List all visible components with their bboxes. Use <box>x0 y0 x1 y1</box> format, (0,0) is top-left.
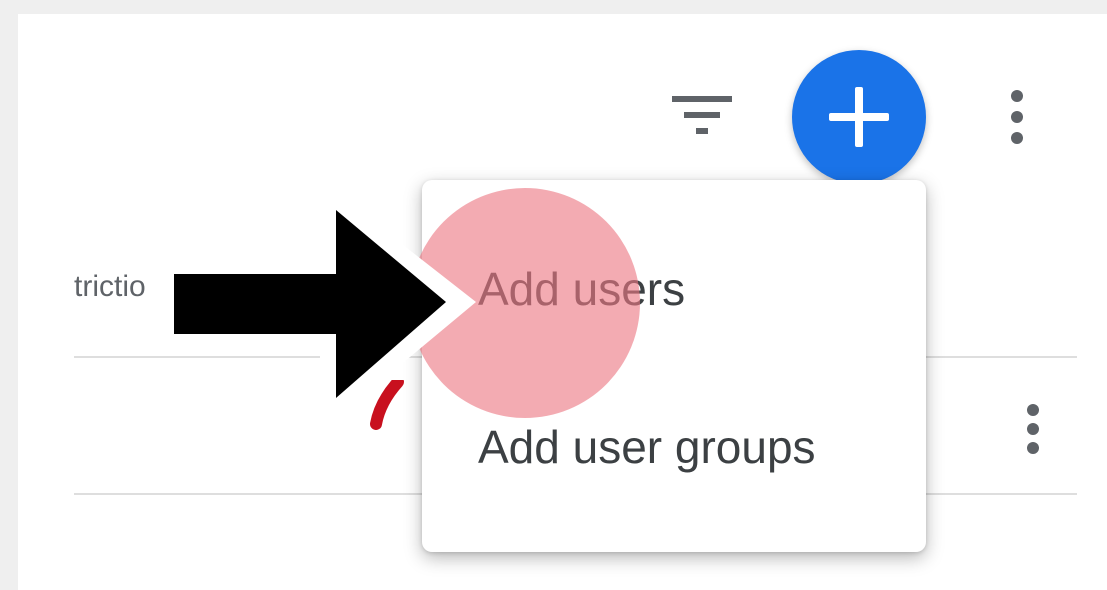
row-more-options-icon[interactable] <box>1018 400 1048 464</box>
column-header-restrictions: trictio <box>74 270 146 303</box>
pointer-arrow-icon <box>150 168 480 448</box>
add-button[interactable] <box>792 50 926 184</box>
plus-icon <box>829 87 889 147</box>
more-options-icon[interactable] <box>1002 86 1032 150</box>
filter-icon[interactable] <box>670 92 734 138</box>
